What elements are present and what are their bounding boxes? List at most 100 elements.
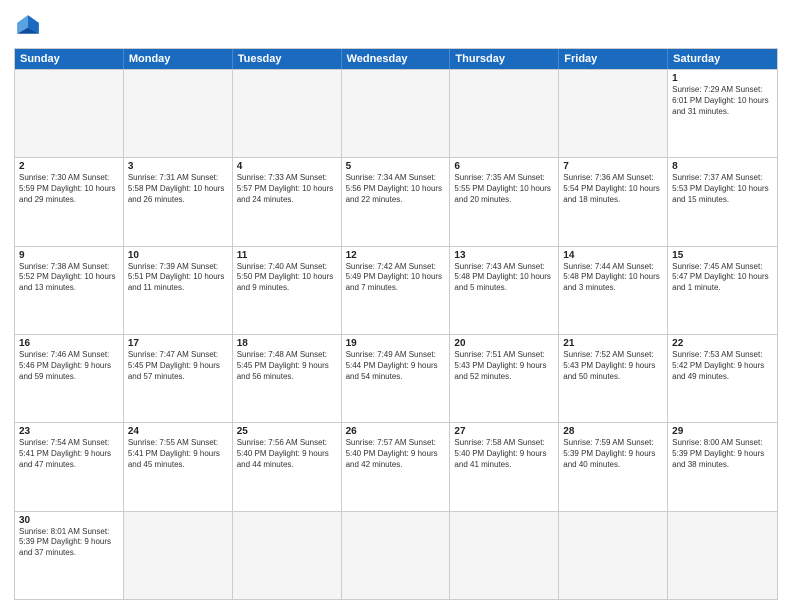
calendar-cell: 12Sunrise: 7:42 AM Sunset: 5:49 PM Dayli… xyxy=(342,247,451,334)
calendar-cell: 3Sunrise: 7:31 AM Sunset: 5:58 PM Daylig… xyxy=(124,158,233,245)
calendar-cell xyxy=(233,70,342,157)
logo-icon xyxy=(14,12,42,40)
calendar-cell: 18Sunrise: 7:48 AM Sunset: 5:45 PM Dayli… xyxy=(233,335,342,422)
calendar-cell: 27Sunrise: 7:58 AM Sunset: 5:40 PM Dayli… xyxy=(450,423,559,510)
calendar-cell xyxy=(559,512,668,599)
day-number: 5 xyxy=(346,161,446,172)
day-info: Sunrise: 7:47 AM Sunset: 5:45 PM Dayligh… xyxy=(128,350,228,382)
calendar-row-4: 23Sunrise: 7:54 AM Sunset: 5:41 PM Dayli… xyxy=(15,422,777,510)
day-number: 4 xyxy=(237,161,337,172)
day-of-week-monday: Monday xyxy=(124,49,233,69)
day-number: 6 xyxy=(454,161,554,172)
day-info: Sunrise: 7:54 AM Sunset: 5:41 PM Dayligh… xyxy=(19,438,119,470)
calendar-cell: 23Sunrise: 7:54 AM Sunset: 5:41 PM Dayli… xyxy=(15,423,124,510)
calendar-cell: 2Sunrise: 7:30 AM Sunset: 5:59 PM Daylig… xyxy=(15,158,124,245)
calendar-row-5: 30Sunrise: 8:01 AM Sunset: 5:39 PM Dayli… xyxy=(15,511,777,599)
day-info: Sunrise: 7:38 AM Sunset: 5:52 PM Dayligh… xyxy=(19,262,119,294)
calendar-cell xyxy=(342,512,451,599)
calendar-cell: 9Sunrise: 7:38 AM Sunset: 5:52 PM Daylig… xyxy=(15,247,124,334)
calendar-cell: 10Sunrise: 7:39 AM Sunset: 5:51 PM Dayli… xyxy=(124,247,233,334)
calendar-cell xyxy=(668,512,777,599)
day-info: Sunrise: 7:49 AM Sunset: 5:44 PM Dayligh… xyxy=(346,350,446,382)
calendar-cell: 1Sunrise: 7:29 AM Sunset: 6:01 PM Daylig… xyxy=(668,70,777,157)
calendar-cell: 14Sunrise: 7:44 AM Sunset: 5:48 PM Dayli… xyxy=(559,247,668,334)
calendar-cell xyxy=(450,512,559,599)
calendar-cell xyxy=(450,70,559,157)
calendar-cell: 4Sunrise: 7:33 AM Sunset: 5:57 PM Daylig… xyxy=(233,158,342,245)
day-info: Sunrise: 7:30 AM Sunset: 5:59 PM Dayligh… xyxy=(19,173,119,205)
day-number: 26 xyxy=(346,426,446,437)
day-number: 30 xyxy=(19,515,119,526)
calendar-cell: 15Sunrise: 7:45 AM Sunset: 5:47 PM Dayli… xyxy=(668,247,777,334)
calendar-cell: 6Sunrise: 7:35 AM Sunset: 5:55 PM Daylig… xyxy=(450,158,559,245)
day-info: Sunrise: 7:35 AM Sunset: 5:55 PM Dayligh… xyxy=(454,173,554,205)
day-info: Sunrise: 8:00 AM Sunset: 5:39 PM Dayligh… xyxy=(672,438,773,470)
calendar-row-2: 9Sunrise: 7:38 AM Sunset: 5:52 PM Daylig… xyxy=(15,246,777,334)
day-number: 17 xyxy=(128,338,228,349)
day-info: Sunrise: 7:44 AM Sunset: 5:48 PM Dayligh… xyxy=(563,262,663,294)
day-number: 7 xyxy=(563,161,663,172)
calendar-row-3: 16Sunrise: 7:46 AM Sunset: 5:46 PM Dayli… xyxy=(15,334,777,422)
calendar-cell: 5Sunrise: 7:34 AM Sunset: 5:56 PM Daylig… xyxy=(342,158,451,245)
day-number: 18 xyxy=(237,338,337,349)
calendar-cell: 20Sunrise: 7:51 AM Sunset: 5:43 PM Dayli… xyxy=(450,335,559,422)
day-info: Sunrise: 7:37 AM Sunset: 5:53 PM Dayligh… xyxy=(672,173,773,205)
day-number: 12 xyxy=(346,250,446,261)
page: SundayMondayTuesdayWednesdayThursdayFrid… xyxy=(0,0,792,612)
day-number: 2 xyxy=(19,161,119,172)
day-number: 10 xyxy=(128,250,228,261)
calendar-cell xyxy=(124,512,233,599)
day-number: 13 xyxy=(454,250,554,261)
calendar-cell: 8Sunrise: 7:37 AM Sunset: 5:53 PM Daylig… xyxy=(668,158,777,245)
day-info: Sunrise: 7:34 AM Sunset: 5:56 PM Dayligh… xyxy=(346,173,446,205)
calendar-cell xyxy=(559,70,668,157)
day-info: Sunrise: 7:36 AM Sunset: 5:54 PM Dayligh… xyxy=(563,173,663,205)
day-number: 23 xyxy=(19,426,119,437)
day-number: 16 xyxy=(19,338,119,349)
day-number: 19 xyxy=(346,338,446,349)
day-number: 8 xyxy=(672,161,773,172)
day-info: Sunrise: 7:33 AM Sunset: 5:57 PM Dayligh… xyxy=(237,173,337,205)
day-number: 24 xyxy=(128,426,228,437)
day-number: 22 xyxy=(672,338,773,349)
day-number: 1 xyxy=(672,73,773,84)
calendar: SundayMondayTuesdayWednesdayThursdayFrid… xyxy=(14,48,778,600)
day-info: Sunrise: 7:48 AM Sunset: 5:45 PM Dayligh… xyxy=(237,350,337,382)
calendar-cell: 13Sunrise: 7:43 AM Sunset: 5:48 PM Dayli… xyxy=(450,247,559,334)
calendar-cell: 17Sunrise: 7:47 AM Sunset: 5:45 PM Dayli… xyxy=(124,335,233,422)
day-number: 15 xyxy=(672,250,773,261)
day-info: Sunrise: 7:31 AM Sunset: 5:58 PM Dayligh… xyxy=(128,173,228,205)
day-info: Sunrise: 7:46 AM Sunset: 5:46 PM Dayligh… xyxy=(19,350,119,382)
day-number: 25 xyxy=(237,426,337,437)
day-info: Sunrise: 7:55 AM Sunset: 5:41 PM Dayligh… xyxy=(128,438,228,470)
calendar-row-0: 1Sunrise: 7:29 AM Sunset: 6:01 PM Daylig… xyxy=(15,69,777,157)
day-info: Sunrise: 7:53 AM Sunset: 5:42 PM Dayligh… xyxy=(672,350,773,382)
day-info: Sunrise: 7:51 AM Sunset: 5:43 PM Dayligh… xyxy=(454,350,554,382)
header xyxy=(14,12,778,40)
day-info: Sunrise: 7:57 AM Sunset: 5:40 PM Dayligh… xyxy=(346,438,446,470)
calendar-cell: 21Sunrise: 7:52 AM Sunset: 5:43 PM Dayli… xyxy=(559,335,668,422)
day-number: 27 xyxy=(454,426,554,437)
day-number: 28 xyxy=(563,426,663,437)
calendar-cell: 28Sunrise: 7:59 AM Sunset: 5:39 PM Dayli… xyxy=(559,423,668,510)
calendar-cell: 11Sunrise: 7:40 AM Sunset: 5:50 PM Dayli… xyxy=(233,247,342,334)
calendar-cell: 26Sunrise: 7:57 AM Sunset: 5:40 PM Dayli… xyxy=(342,423,451,510)
day-of-week-thursday: Thursday xyxy=(450,49,559,69)
calendar-cell: 30Sunrise: 8:01 AM Sunset: 5:39 PM Dayli… xyxy=(15,512,124,599)
calendar-header: SundayMondayTuesdayWednesdayThursdayFrid… xyxy=(15,49,777,69)
calendar-cell: 22Sunrise: 7:53 AM Sunset: 5:42 PM Dayli… xyxy=(668,335,777,422)
day-number: 20 xyxy=(454,338,554,349)
day-info: Sunrise: 7:58 AM Sunset: 5:40 PM Dayligh… xyxy=(454,438,554,470)
day-number: 29 xyxy=(672,426,773,437)
calendar-body: 1Sunrise: 7:29 AM Sunset: 6:01 PM Daylig… xyxy=(15,69,777,599)
calendar-cell xyxy=(124,70,233,157)
day-number: 14 xyxy=(563,250,663,261)
day-of-week-tuesday: Tuesday xyxy=(233,49,342,69)
calendar-cell xyxy=(15,70,124,157)
day-info: Sunrise: 8:01 AM Sunset: 5:39 PM Dayligh… xyxy=(19,527,119,559)
day-info: Sunrise: 7:39 AM Sunset: 5:51 PM Dayligh… xyxy=(128,262,228,294)
calendar-row-1: 2Sunrise: 7:30 AM Sunset: 5:59 PM Daylig… xyxy=(15,157,777,245)
calendar-cell: 25Sunrise: 7:56 AM Sunset: 5:40 PM Dayli… xyxy=(233,423,342,510)
day-info: Sunrise: 7:43 AM Sunset: 5:48 PM Dayligh… xyxy=(454,262,554,294)
day-number: 21 xyxy=(563,338,663,349)
